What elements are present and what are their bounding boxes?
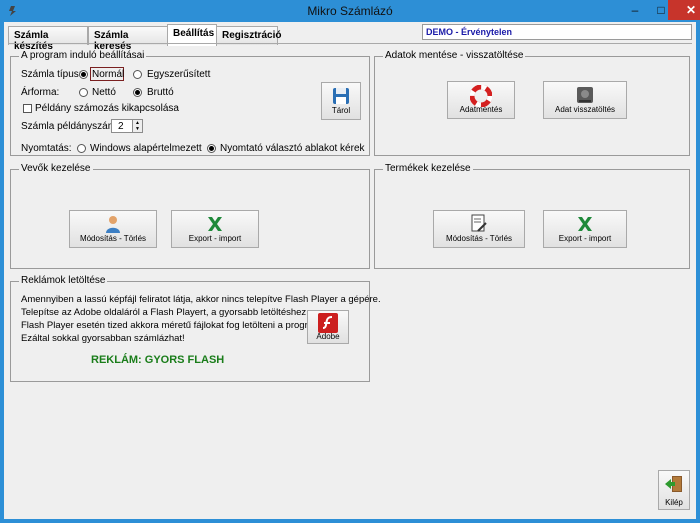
customers-group: Vevők kezelése Módosítás - Törlés Export… (10, 163, 370, 269)
backup-group: Adatok mentése - visszatöltése Adatmenté… (374, 50, 690, 156)
price-type-gross-radio[interactable] (133, 88, 142, 97)
price-type-net-radio[interactable] (79, 88, 88, 97)
excel-icon (578, 217, 592, 231)
ad-flash-text: REKLÁM: GYORS FLASH (91, 354, 225, 366)
backup-label: Adatmentés (459, 105, 503, 114)
window-title: Mikro Számlázó (307, 4, 393, 18)
copy-numbering-checkbox[interactable] (23, 104, 32, 113)
excel-icon (208, 217, 222, 231)
ad-text-line: Flash Player esetén tized akkora méretű … (21, 320, 324, 331)
invoice-type-normal-radio[interactable] (79, 70, 88, 79)
lifebuoy-icon (470, 85, 492, 107)
products-export-button[interactable]: Export - import (543, 210, 627, 248)
copies-spinner[interactable]: 2 ▲ ▼ (111, 119, 143, 133)
invoice-type-label: Számla típus: (21, 69, 82, 80)
demo-status: DEMO - Érvénytelen (422, 24, 692, 40)
price-type-net-label[interactable]: Nettó (92, 87, 116, 98)
title-bar: Mikro Számlázó – □ ✕ (0, 0, 700, 22)
save-settings-button[interactable]: Tárol (321, 82, 361, 120)
customers-title: Vevők kezelése (19, 163, 93, 174)
ad-text-line: Ezáltal sokkal gyorsabban számlázhat! (21, 333, 185, 344)
spinner-arrows-icon[interactable]: ▲ ▼ (132, 120, 142, 132)
startup-settings-group: A program induló beállításai Számla típu… (10, 50, 370, 156)
print-default-label[interactable]: Windows alapértelmezett (90, 143, 202, 154)
person-icon (106, 216, 120, 233)
restore-label: Adat visszatöltés (554, 105, 616, 114)
exit-button[interactable]: Kilép (658, 470, 690, 510)
print-label: Nyomtatás: (21, 143, 72, 154)
adobe-button[interactable]: Adobe (307, 310, 349, 344)
customers-edit-label: Módosítás - Törlés (79, 234, 147, 243)
save-settings-label: Tárol (331, 106, 351, 115)
hard-drive-icon (577, 87, 593, 103)
print-default-radio[interactable] (77, 144, 86, 153)
copy-numbering-label[interactable]: Példány számozás kikapcsolása (35, 103, 179, 114)
minimize-button[interactable]: – (622, 0, 648, 20)
ad-text-line: Telepítse az Adobe oldaláról a Flash Pla… (21, 307, 309, 318)
products-edit-label: Módosítás - Törlés (445, 234, 513, 243)
tab-divider (8, 43, 692, 44)
products-group: Termékek kezelése Módosítás - Törlés Exp… (374, 163, 690, 269)
close-button[interactable]: ✕ (668, 0, 700, 20)
invoice-type-simplified-label[interactable]: Egyszerűsített (147, 69, 210, 80)
backup-title: Adatok mentése - visszatöltése (383, 50, 526, 61)
copies-label: Számla példányszám: (21, 121, 119, 132)
print-chooser-label[interactable]: Nyomtató választó ablakot kérek (220, 143, 365, 154)
flash-player-icon (318, 313, 338, 333)
exit-label: Kilép (665, 498, 683, 507)
invoice-type-simplified-radio[interactable] (133, 70, 142, 79)
ads-title: Reklámok letöltése (19, 275, 108, 286)
floppy-disk-icon (333, 88, 349, 104)
products-export-label: Export - import (558, 234, 612, 243)
products-title: Termékek kezelése (383, 163, 473, 174)
ads-group: Reklámok letöltése Amennyiben a lassú ké… (10, 275, 381, 382)
adobe-label: Adobe (316, 332, 340, 341)
main-window: Számla készítés Számla keresés Beállítás… (4, 22, 696, 519)
backup-button[interactable]: Adatmentés (447, 81, 515, 119)
print-chooser-radio[interactable] (207, 144, 216, 153)
invoice-type-normal-label[interactable]: Normál (92, 69, 124, 80)
restore-button[interactable]: Adat visszatöltés (543, 81, 627, 119)
copies-value[interactable]: 2 (118, 121, 124, 132)
ad-text-line: Amennyiben a lassú képfájl feliratot lát… (21, 294, 381, 305)
customers-export-button[interactable]: Export - import (171, 210, 259, 248)
exit-door-icon (665, 476, 682, 492)
products-edit-button[interactable]: Módosítás - Törlés (433, 210, 525, 248)
customers-export-label: Export - import (188, 234, 242, 243)
price-type-gross-label[interactable]: Bruttó (147, 87, 174, 98)
customers-edit-button[interactable]: Módosítás - Törlés (69, 210, 157, 248)
document-edit-icon (471, 214, 487, 232)
price-type-label: Árforma: (21, 87, 60, 98)
startup-settings-title: A program induló beállításai (19, 50, 147, 61)
